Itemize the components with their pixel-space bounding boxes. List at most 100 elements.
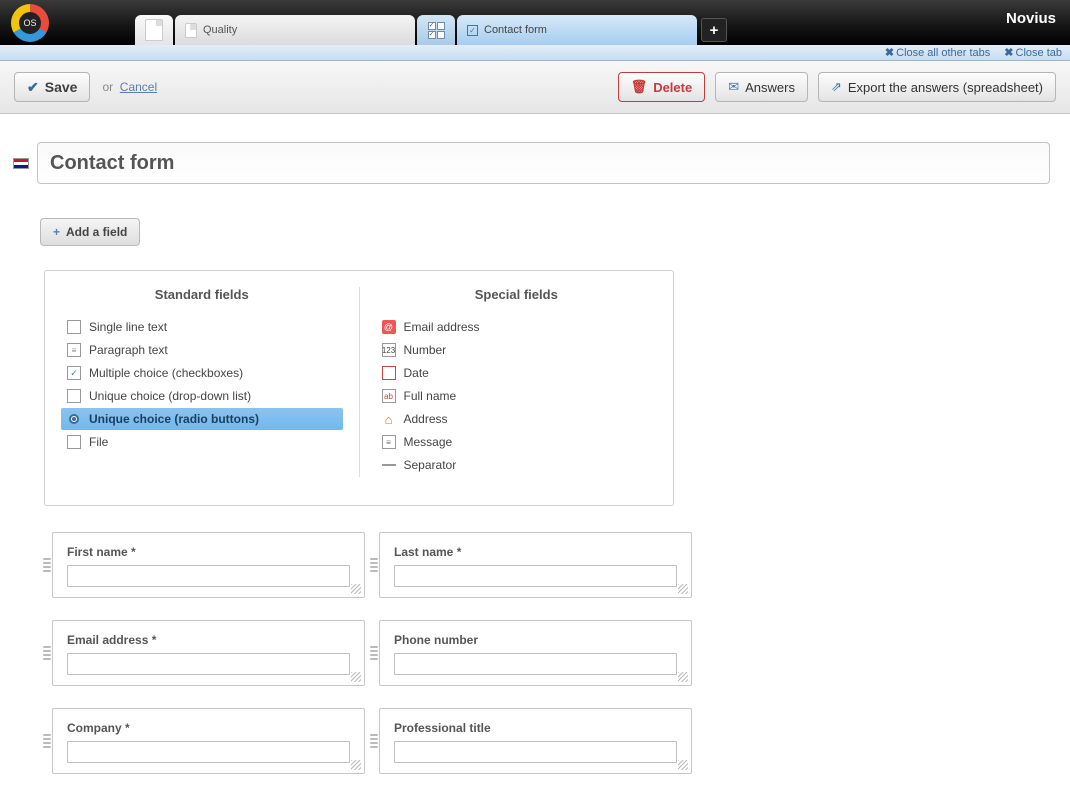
- field-firstname[interactable]: First name *: [52, 532, 365, 598]
- check-icon: ✔: [27, 79, 39, 96]
- answers-button[interactable]: ✉ Answers: [715, 72, 808, 102]
- resize-handle-icon[interactable]: [351, 760, 361, 770]
- field-label: Email address *: [67, 633, 350, 647]
- dropdown-icon: [67, 389, 81, 403]
- checkbox-icon: ✓: [67, 366, 81, 380]
- resize-handle-icon[interactable]: [351, 584, 361, 594]
- field-lastname[interactable]: Last name *: [379, 532, 692, 598]
- house-icon: ⌂: [382, 412, 396, 426]
- field-type-dropdown[interactable]: Unique choice (drop-down list): [61, 385, 343, 407]
- sub-bar: ✖Close all other tabs ✖Close tab: [0, 45, 1070, 61]
- form-row: Company * Professional title: [52, 708, 692, 774]
- brand-label: Novius: [1006, 10, 1056, 27]
- field-input-preview: [394, 565, 677, 587]
- drag-handle-icon[interactable]: [370, 541, 378, 589]
- tab-forms-app[interactable]: ✓✓: [417, 15, 455, 45]
- field-label: Professional title: [394, 721, 677, 735]
- flag-icon[interactable]: [13, 158, 29, 169]
- page-icon: [145, 19, 163, 41]
- field-input-preview: [394, 741, 677, 763]
- field-label: Phone number: [394, 633, 677, 647]
- file-icon: [67, 435, 81, 449]
- field-type-message[interactable]: Message: [376, 431, 658, 453]
- field-input-preview: [67, 653, 350, 675]
- special-fields-heading: Special fields: [376, 287, 658, 302]
- email-icon: @: [382, 320, 396, 334]
- field-type-paragraph[interactable]: Paragraph text: [61, 339, 343, 361]
- field-input-preview: [67, 741, 350, 763]
- resize-handle-icon[interactable]: [678, 760, 688, 770]
- special-fields-column: Special fields @Email address 123Number …: [360, 287, 674, 477]
- fields-panel: Standard fields Single line text Paragra…: [44, 270, 674, 506]
- tab-add[interactable]: +: [701, 18, 727, 42]
- field-label: Company *: [67, 721, 350, 735]
- field-type-single-line[interactable]: Single line text: [61, 316, 343, 338]
- field-type-separator[interactable]: Separator: [376, 454, 658, 476]
- drag-handle-icon[interactable]: [370, 717, 378, 765]
- name-icon: ab: [382, 389, 396, 403]
- tab-active-label: Contact form: [484, 24, 547, 36]
- field-email[interactable]: Email address *: [52, 620, 365, 686]
- plus-icon: +: [53, 225, 60, 239]
- number-icon: 123: [382, 343, 396, 357]
- cancel-link[interactable]: Cancel: [120, 80, 157, 94]
- mail-icon: ✉: [728, 79, 739, 95]
- drag-handle-icon[interactable]: [43, 717, 51, 765]
- drag-handle-icon[interactable]: [370, 629, 378, 677]
- field-input-preview: [394, 653, 677, 675]
- form-row: First name * Last name *: [52, 532, 692, 598]
- page-icon: [185, 23, 197, 38]
- tab-quality-label: Quality: [203, 24, 237, 36]
- resize-handle-icon[interactable]: [678, 672, 688, 682]
- field-phone[interactable]: Phone number: [379, 620, 692, 686]
- or-cancel: or Cancel: [102, 80, 157, 94]
- add-field-button[interactable]: + Add a field: [40, 218, 140, 246]
- field-type-email[interactable]: @Email address: [376, 316, 658, 338]
- top-bar: Quality ✓✓ ✓ Contact form + Novius: [0, 0, 1070, 45]
- content-area[interactable]: + Add a field Standard fields Single lin…: [0, 114, 1070, 785]
- os-logo[interactable]: [0, 0, 60, 45]
- export-button[interactable]: ⇗ Export the answers (spreadsheet): [818, 72, 1056, 102]
- calendar-icon: [382, 366, 396, 380]
- field-type-address[interactable]: ⌂Address: [376, 408, 658, 430]
- close-tab-link[interactable]: ✖Close tab: [1004, 46, 1062, 59]
- field-type-checkboxes[interactable]: ✓Multiple choice (checkboxes): [61, 362, 343, 384]
- delete-button[interactable]: 🗑 Delete: [618, 72, 706, 102]
- tab-contact-form[interactable]: ✓ Contact form: [457, 15, 697, 45]
- field-type-file[interactable]: File: [61, 431, 343, 453]
- field-label: First name *: [67, 545, 350, 559]
- field-type-date[interactable]: Date: [376, 362, 658, 384]
- field-input-preview: [67, 565, 350, 587]
- drag-handle-icon[interactable]: [43, 629, 51, 677]
- form-icon: ✓: [467, 25, 478, 36]
- form-layout: First name * Last name * Email address *…: [52, 532, 692, 774]
- action-bar: ✔ Save or Cancel 🗑 Delete ✉ Answers ⇗ Ex…: [0, 61, 1070, 114]
- field-company[interactable]: Company *: [52, 708, 365, 774]
- close-icon: ✖: [885, 47, 894, 59]
- field-type-radio[interactable]: Unique choice (radio buttons): [61, 408, 343, 430]
- message-icon: [382, 435, 396, 449]
- separator-icon: [382, 458, 396, 472]
- checklist-icon: ✓✓: [428, 22, 445, 39]
- field-type-fullname[interactable]: abFull name: [376, 385, 658, 407]
- trash-icon: 🗑: [631, 79, 648, 95]
- text-icon: [67, 320, 81, 334]
- radio-icon: [67, 412, 81, 426]
- resize-handle-icon[interactable]: [351, 672, 361, 682]
- close-all-tabs-link[interactable]: ✖Close all other tabs: [885, 46, 990, 59]
- paragraph-icon: [67, 343, 81, 357]
- save-button[interactable]: ✔ Save: [14, 72, 90, 102]
- standard-fields-heading: Standard fields: [61, 287, 343, 302]
- field-label: Last name *: [394, 545, 677, 559]
- form-row: Email address * Phone number: [52, 620, 692, 686]
- form-title-input[interactable]: [37, 142, 1050, 184]
- field-type-number[interactable]: 123Number: [376, 339, 658, 361]
- tab-home[interactable]: [135, 15, 173, 45]
- os-logo-icon: [11, 4, 49, 42]
- field-title[interactable]: Professional title: [379, 708, 692, 774]
- tab-quality[interactable]: Quality: [175, 15, 415, 45]
- close-icon: ✖: [1004, 47, 1013, 59]
- export-icon: ⇗: [831, 79, 842, 95]
- resize-handle-icon[interactable]: [678, 584, 688, 594]
- drag-handle-icon[interactable]: [43, 541, 51, 589]
